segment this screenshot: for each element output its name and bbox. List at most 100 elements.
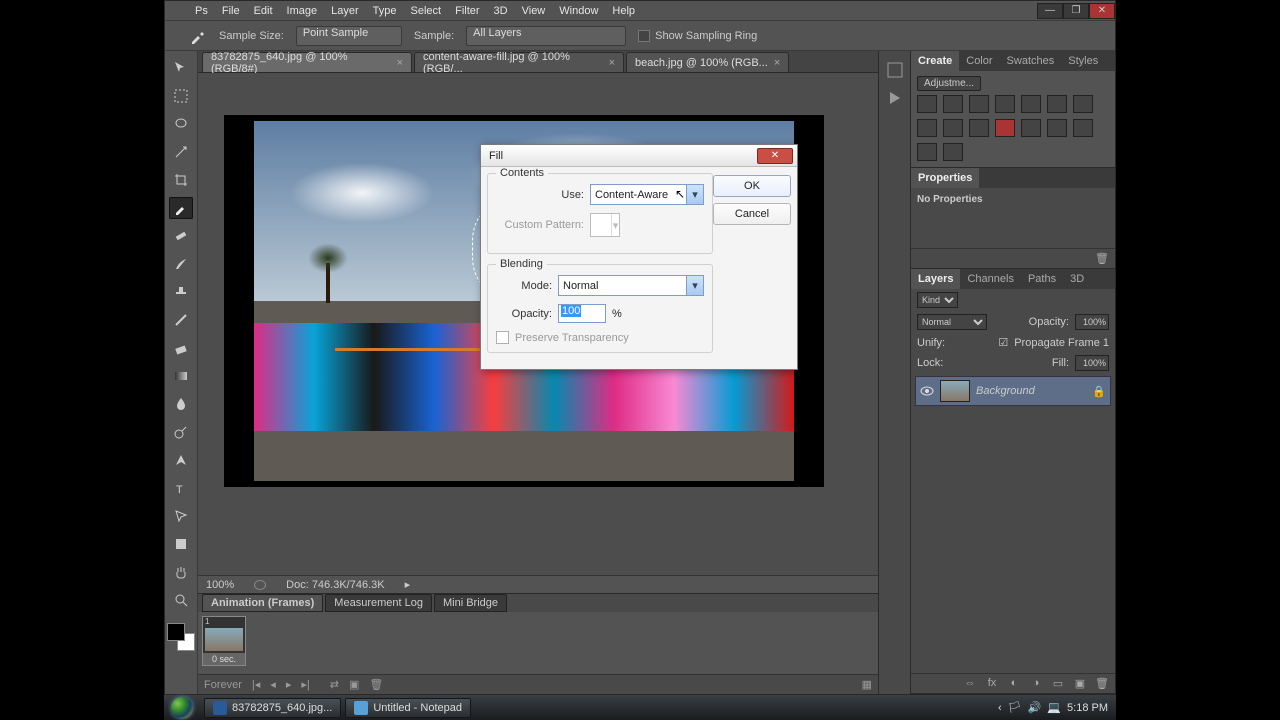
trash-icon[interactable]: 🗑 xyxy=(1095,677,1109,690)
lasso-tool[interactable] xyxy=(169,113,193,135)
tab-layers[interactable]: Layers xyxy=(911,269,960,289)
first-frame-icon[interactable]: |◂ xyxy=(252,678,260,691)
menu-filter[interactable]: Filter xyxy=(455,5,479,17)
history-brush-tool[interactable] xyxy=(169,309,193,331)
chevron-down-icon[interactable]: ▾ xyxy=(686,185,703,204)
document-tab[interactable]: 83782875_640.jpg @ 100% (RGB/8#)× xyxy=(202,52,412,72)
use-select[interactable]: Content-Aware ↖ ▾ xyxy=(590,184,704,205)
adjustment-icon[interactable] xyxy=(995,95,1015,113)
gradient-tool[interactable] xyxy=(169,365,193,387)
window-close-button[interactable]: ✕ xyxy=(1089,3,1115,19)
tray-icon[interactable]: 💻 xyxy=(1047,701,1061,714)
document-tab[interactable]: content-aware-fill.jpg @ 100% (RGB/...× xyxy=(414,52,624,72)
menu-view[interactable]: View xyxy=(522,5,546,17)
tray-icon[interactable]: 🔊 xyxy=(1028,701,1042,714)
tab-properties[interactable]: Properties xyxy=(911,168,979,188)
menu-3d[interactable]: 3D xyxy=(494,5,508,17)
menu-window[interactable]: Window xyxy=(559,5,598,17)
adjustment-icon[interactable] xyxy=(1021,119,1041,137)
loop-select[interactable]: Forever xyxy=(204,679,242,691)
eraser-tool[interactable] xyxy=(169,337,193,359)
visibility-icon[interactable] xyxy=(920,384,934,398)
fx-icon[interactable]: fx xyxy=(985,677,999,690)
new-frame-icon[interactable]: ▣ xyxy=(349,678,359,691)
layer-row[interactable]: Background 🔒 xyxy=(915,376,1111,406)
menu-file[interactable]: File xyxy=(222,5,240,17)
fill-adjust-icon[interactable]: ◑ xyxy=(1029,677,1043,690)
adjustment-icon[interactable] xyxy=(969,95,989,113)
close-icon[interactable]: × xyxy=(774,57,780,69)
play-icon[interactable] xyxy=(886,89,904,107)
brush-tool[interactable] xyxy=(169,253,193,275)
adjustment-icon[interactable] xyxy=(917,119,937,137)
adjustment-icon[interactable] xyxy=(943,119,963,137)
next-frame-icon[interactable]: ▸| xyxy=(301,678,309,691)
tab-create[interactable]: Create xyxy=(911,51,959,71)
blend-mode-select[interactable]: Normal xyxy=(917,314,987,330)
tab-paths[interactable]: Paths xyxy=(1021,269,1063,289)
type-tool[interactable]: T xyxy=(169,477,193,499)
color-swatches[interactable] xyxy=(167,623,195,651)
close-icon[interactable]: × xyxy=(609,57,615,69)
tween-icon[interactable]: ⇄ xyxy=(330,678,339,691)
menu-select[interactable]: Select xyxy=(411,5,442,17)
menu-type[interactable]: Type xyxy=(373,5,397,17)
crop-tool[interactable] xyxy=(169,169,193,191)
taskbar-item[interactable]: 83782875_640.jpg... xyxy=(204,698,341,718)
taskbar-item[interactable]: Untitled - Notepad xyxy=(345,698,471,718)
mode-select[interactable]: Normal ▾ xyxy=(558,275,704,296)
adjustment-icon[interactable] xyxy=(917,143,937,161)
wand-tool[interactable] xyxy=(169,141,193,163)
close-icon[interactable]: × xyxy=(397,57,403,69)
tab-channels[interactable]: Channels xyxy=(960,269,1020,289)
stamp-tool[interactable] xyxy=(169,281,193,303)
link-icon[interactable]: ⇔ xyxy=(963,677,977,690)
fill-input[interactable] xyxy=(1075,355,1109,371)
tray-chevron-icon[interactable]: ‹ xyxy=(998,702,1002,714)
adjustment-icon[interactable] xyxy=(969,119,989,137)
tab-measurement-log[interactable]: Measurement Log xyxy=(325,594,432,612)
trash-icon[interactable]: 🗑 xyxy=(1095,252,1109,265)
tab-swatches[interactable]: Swatches xyxy=(1000,51,1062,71)
adjustment-icon[interactable] xyxy=(1073,95,1093,113)
opacity-input[interactable] xyxy=(1075,314,1109,330)
dodge-tool[interactable] xyxy=(169,421,193,443)
play-icon[interactable]: ▸ xyxy=(286,678,292,691)
adjustment-icon[interactable] xyxy=(943,143,963,161)
tab-mini-bridge[interactable]: Mini Bridge xyxy=(434,594,507,612)
tab-styles[interactable]: Styles xyxy=(1061,51,1105,71)
chevron-right-icon[interactable]: ▸ xyxy=(405,578,411,591)
shape-tool[interactable] xyxy=(169,533,193,555)
prev-frame-icon[interactable]: ◂ xyxy=(270,678,276,691)
tab-color[interactable]: Color xyxy=(959,51,999,71)
adjustment-icon[interactable] xyxy=(1047,119,1067,137)
menu-help[interactable]: Help xyxy=(612,5,635,17)
dialog-titlebar[interactable]: Fill ✕ xyxy=(481,145,797,167)
heal-tool[interactable] xyxy=(169,225,193,247)
layer-filter-select[interactable]: Kind xyxy=(917,292,958,308)
adjustment-icon[interactable] xyxy=(1047,95,1067,113)
sample-select[interactable]: All Layers xyxy=(466,26,626,46)
menu-image[interactable]: Image xyxy=(287,5,318,17)
zoom-tool[interactable] xyxy=(169,589,193,611)
new-layer-icon[interactable]: ▣ xyxy=(1073,677,1087,690)
move-tool[interactable] xyxy=(169,57,193,79)
document-tab[interactable]: beach.jpg @ 100% (RGB...× xyxy=(626,52,789,72)
delete-frame-icon[interactable]: 🗑 xyxy=(369,678,383,691)
history-panel-icon[interactable] xyxy=(886,61,904,79)
hand-tool[interactable] xyxy=(169,561,193,583)
dialog-close-button[interactable]: ✕ xyxy=(757,148,793,164)
frame-thumbnail[interactable]: 1 0 sec. xyxy=(202,616,246,666)
chevron-down-icon[interactable]: ▾ xyxy=(686,276,703,295)
cancel-button[interactable]: Cancel xyxy=(713,203,791,225)
path-tool[interactable] xyxy=(169,505,193,527)
sample-size-select[interactable]: Point Sample xyxy=(296,26,402,46)
tab-animation[interactable]: Animation (Frames) xyxy=(202,594,323,612)
window-minimize-button[interactable]: — xyxy=(1037,3,1063,19)
adjustment-icon[interactable] xyxy=(943,95,963,113)
show-sampling-ring-checkbox[interactable]: Show Sampling Ring xyxy=(638,30,757,42)
group-icon[interactable]: ▭ xyxy=(1051,677,1065,690)
adjustment-select[interactable]: Adjustme... xyxy=(917,76,981,91)
propagate-label[interactable]: Propagate Frame 1 xyxy=(1014,337,1109,349)
menu-edit[interactable]: Edit xyxy=(254,5,273,17)
